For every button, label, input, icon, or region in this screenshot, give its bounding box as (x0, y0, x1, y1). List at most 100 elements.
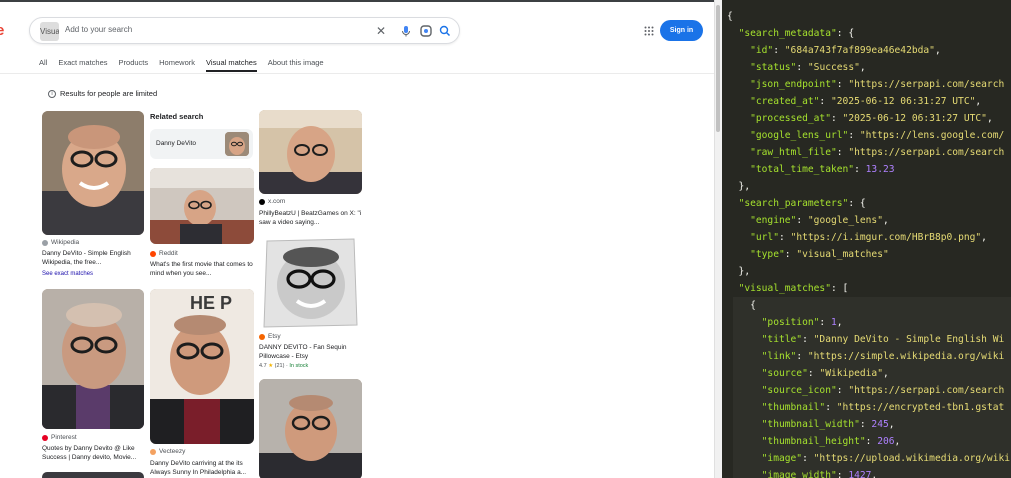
tab-about-this-image[interactable]: About this image (268, 58, 324, 72)
json-token: , (981, 232, 987, 243)
result-card-vecteezy[interactable]: HE P Vecteezy Danny DeVito carriving at … (150, 289, 254, 477)
json-line: "link": "https://simple.wikipedia.org/wi… (727, 348, 1005, 365)
result-image-partial[interactable] (42, 472, 144, 478)
result-image[interactable]: HE P (150, 289, 254, 444)
mic-icon[interactable] (399, 24, 413, 38)
json-line: "type": "visual_matches" (727, 246, 889, 263)
result-title[interactable]: PhillyBeatzU | BeatzGames on X: "i saw a… (259, 209, 363, 227)
result-card-pinterest[interactable]: Pinterest Quotes by Danny Devito @ Like … (40, 289, 146, 465)
json-token: "image" (761, 453, 803, 464)
result-title[interactable]: What's the first movie that comes to min… (150, 260, 254, 278)
result-image[interactable] (150, 168, 254, 244)
see-exact-matches-link[interactable]: See exact matches (42, 271, 93, 277)
result-image[interactable] (259, 110, 362, 194)
json-token: : { (848, 198, 866, 209)
page-scrollbar-thumb[interactable] (716, 5, 720, 132)
json-token: "id" (750, 45, 774, 56)
json-token: : (836, 385, 849, 396)
result-title[interactable]: Quotes by Danny Devito @ Like Success | … (42, 444, 146, 462)
json-token: "Danny DeVito - Simple English Wi (813, 334, 1005, 345)
result-card-reddit[interactable]: Reddit What's the first movie that comes… (150, 168, 254, 282)
result-image[interactable] (42, 111, 144, 235)
result-card-etsy[interactable]: Etsy DANNY DEVITO - Fan Sequin Pillowcas… (259, 235, 363, 375)
json-token: "position" (761, 317, 820, 328)
result-image[interactable] (259, 379, 362, 478)
apps-grid-icon[interactable] (642, 24, 656, 38)
search-input[interactable]: Add to your search (65, 25, 132, 34)
result-card-partial[interactable] (259, 379, 363, 478)
tab-products[interactable]: Products (119, 58, 149, 72)
json-token: "684a743f7af899ea46e42bda" (784, 45, 935, 56)
tab-homework[interactable]: Homework (159, 58, 195, 72)
json-token: }, (727, 266, 751, 277)
result-title[interactable]: Danny DeVito carriving at the its Always… (150, 459, 254, 477)
json-line: "title": "Danny DeVito - Simple English … (727, 331, 1005, 348)
result-card-x[interactable]: x.com PhillyBeatzU | BeatzGames on X: "i… (259, 110, 363, 230)
json-token: , (882, 215, 889, 226)
json-token: "https://encrypted-tbn1.gstat (836, 402, 1005, 413)
json-token: "https://simple.wikipedia.org/wiki (807, 351, 1005, 362)
result-tabs: All Exact matches Products Homework Visu… (39, 58, 335, 72)
close-icon[interactable]: ✕ (374, 24, 388, 38)
json-token: : (848, 130, 860, 141)
json-token: "search_parameters" (738, 198, 849, 209)
json-line: "total_time_taken": 13.23 (727, 161, 894, 178)
tab-visual-matches[interactable]: Visual matches (205, 58, 257, 72)
related-search-heading: Related search (150, 112, 204, 121)
json-token: "thumbnail_height" (761, 436, 866, 447)
related-chip-label: Danny DeVito (156, 140, 196, 147)
search-icon[interactable] (438, 24, 452, 38)
json-line: "position": 1, (727, 314, 843, 331)
related-search-chip[interactable]: Danny DeVito (150, 129, 253, 159)
json-token: "raw_html_file" (750, 147, 837, 158)
json-token: "2025-06-12 06:31:27 UTC" (830, 96, 976, 107)
json-token: , (882, 368, 889, 379)
json-token: : (865, 436, 878, 447)
json-token: "source" (761, 368, 808, 379)
search-bar[interactable]: Visual Add to your search ✕ (29, 17, 460, 44)
lens-icon[interactable] (419, 24, 433, 38)
tab-all[interactable]: All (39, 58, 47, 72)
json-token: "image_width" (761, 470, 837, 478)
json-token: "https://serpapi.com/search (848, 385, 1005, 396)
json-line: "google_lens_url": "https://lens.google.… (727, 127, 1004, 144)
query-image-thumbnail[interactable]: Visual (40, 22, 59, 41)
result-image[interactable] (259, 235, 362, 329)
result-source: Wikipedia (42, 239, 79, 246)
sign-in-button[interactable]: Sign in (660, 20, 703, 41)
tab-exact-matches[interactable]: Exact matches (58, 58, 107, 72)
json-line: "source": "Wikipedia", (727, 365, 889, 382)
info-icon[interactable]: i (48, 89, 56, 98)
json-line: "raw_html_file": "https://serpapi.com/se… (727, 144, 1004, 161)
json-token: "type" (750, 249, 785, 260)
json-token: "source_icon" (761, 385, 837, 396)
json-token: : (836, 470, 849, 478)
json-token: "visual_matches" (796, 249, 889, 260)
json-token: }, (727, 181, 751, 192)
json-token: : (773, 45, 785, 56)
rating-value: 4.7 (259, 363, 267, 369)
json-token: : (807, 368, 820, 379)
json-token: 206 (877, 436, 895, 447)
json-token: "url" (750, 232, 779, 243)
json-token: : (819, 96, 831, 107)
json-token: "total_time_taken" (750, 164, 855, 175)
json-line: "source_icon": "https://serpapi.com/sear… (727, 382, 1005, 399)
result-title[interactable]: DANNY DEVITO - Fan Sequin Pillowcase - E… (259, 343, 363, 361)
result-image[interactable] (42, 289, 144, 429)
json-line: "image": "https://upload.wikimedia.org/w… (727, 450, 1010, 467)
json-token: "search_metadata" (738, 28, 837, 39)
result-card-wikipedia[interactable]: Wikipedia Danny DeVito - Simple English … (40, 109, 146, 279)
google-logo-fragment[interactable]: e (0, 22, 4, 39)
result-title[interactable]: Danny DeVito - Simple English Wikipedia,… (42, 249, 144, 267)
json-line: "thumbnail_width": 245, (727, 416, 895, 433)
pinterest-favicon-icon (42, 434, 48, 441)
json-token: , (871, 470, 878, 478)
